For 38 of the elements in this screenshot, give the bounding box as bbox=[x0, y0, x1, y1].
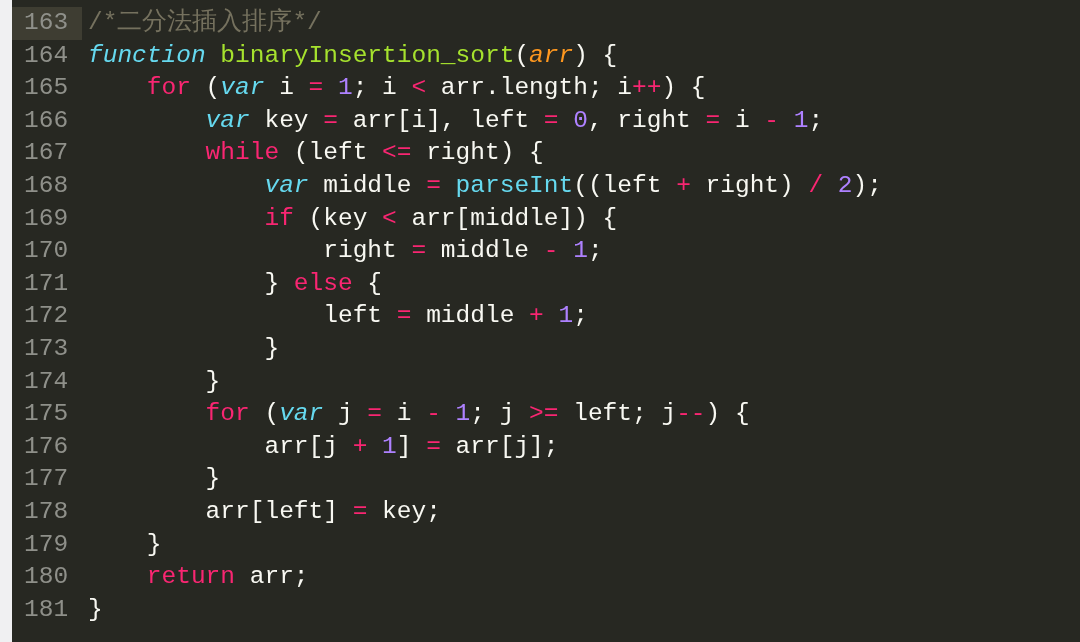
line-number: 181 bbox=[23, 594, 70, 625]
code-line: while (left <= right) { bbox=[204, 138, 544, 169]
code-line: function binaryInsertion_sort(arr) { bbox=[88, 40, 618, 71]
line-number: 165 bbox=[23, 73, 70, 104]
line-number: 168 bbox=[23, 170, 70, 201]
code-line: if (key < arr[middle]) { bbox=[263, 203, 618, 234]
code-line: } bbox=[88, 594, 103, 625]
line-number: 166 bbox=[23, 105, 70, 136]
line-number: 174 bbox=[23, 366, 70, 397]
code-line: /*二分法插入排序*/ bbox=[88, 7, 322, 38]
code-line: var key = arr[i], left = 0, right = i - 1; bbox=[204, 105, 824, 136]
code-line: } bbox=[145, 529, 162, 560]
code-line: var middle = parseInt((left + right) / 2); bbox=[263, 170, 882, 201]
line-number: 178 bbox=[23, 496, 70, 527]
code-line: for (var j = i - 1; j >= left; j--) { bbox=[204, 399, 750, 430]
code-line: for (var i = 1; i < arr.length; i++) { bbox=[145, 73, 706, 104]
code-line: arr[left] = key; bbox=[204, 496, 441, 527]
line-number: 180 bbox=[23, 562, 70, 593]
line-number: 175 bbox=[23, 399, 70, 430]
code-line: } bbox=[263, 333, 280, 364]
line-number: 176 bbox=[23, 431, 70, 462]
line-number: 171 bbox=[23, 268, 70, 299]
code-line: left = middle + 1; bbox=[322, 301, 588, 332]
code-line: arr[j + 1] = arr[j]; bbox=[263, 431, 559, 462]
line-number: 173 bbox=[23, 333, 70, 364]
line-number: 164 bbox=[23, 40, 70, 71]
code-line: right = middle - 1; bbox=[322, 236, 603, 267]
line-number: 179 bbox=[23, 529, 70, 560]
line-number: 172 bbox=[23, 301, 70, 332]
line-number: 167 bbox=[23, 138, 70, 169]
line-number: 170 bbox=[23, 236, 70, 267]
code-line: } bbox=[204, 464, 221, 495]
line-number: 169 bbox=[23, 203, 70, 234]
line-number: 177 bbox=[23, 464, 70, 495]
code-line: } bbox=[204, 366, 221, 397]
line-number: 163 bbox=[12, 7, 82, 40]
code-line: return arr; bbox=[145, 562, 309, 593]
code-line: } else { bbox=[263, 268, 383, 299]
